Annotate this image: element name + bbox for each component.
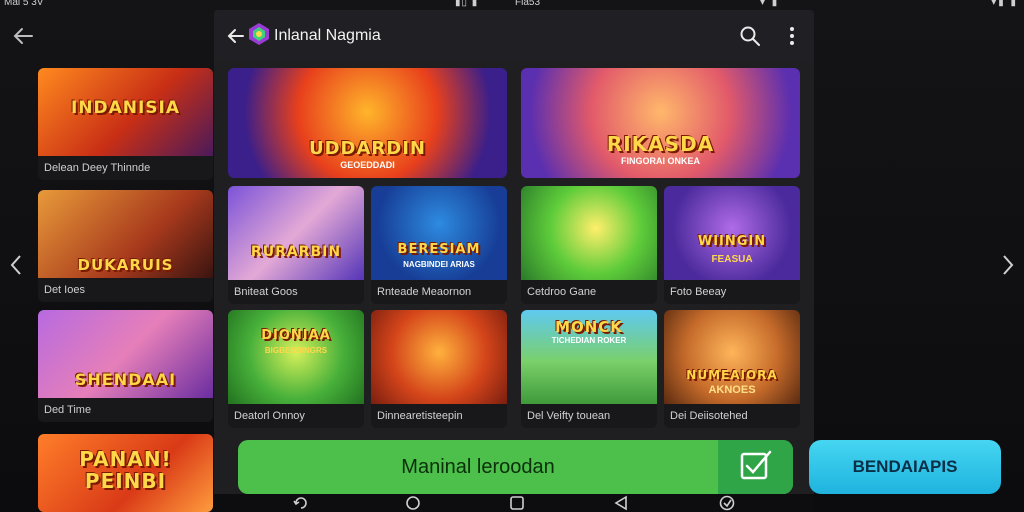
overflow-menu-icon[interactable]	[782, 24, 802, 48]
game-card-sub: NAGBINDEI ARIAS	[403, 260, 475, 269]
primary-button[interactable]: Maninal leroodan	[238, 440, 793, 494]
game-card-banner: DIONIAA	[261, 328, 331, 343]
game-card[interactable]: DIONIAA BIGBENDINGRS Deatorl Onnoy	[228, 310, 364, 428]
background-card[interactable]: SHENDAAI Ded Time	[38, 310, 213, 422]
outer-back-arrow-icon[interactable]	[10, 22, 38, 50]
game-card[interactable]: Cetdroo Gane	[521, 186, 657, 304]
primary-button-label: Maninal leroodan	[401, 456, 555, 478]
secondary-button[interactable]: BENDAIAPIS	[809, 440, 1001, 494]
game-card-caption: Del Veifty touean	[521, 404, 657, 428]
home-circle-icon[interactable]	[404, 495, 422, 511]
background-card-banner: PANAN! PEINBI	[79, 447, 172, 493]
game-card[interactable]: NUMEAIORA AKNOES Dei Deiisotehed	[664, 310, 800, 428]
game-card[interactable]: MONCK TICHEDIAN ROKER Del Veifty touean	[521, 310, 657, 428]
game-card-banner: RURARBIN	[250, 244, 342, 260]
game-dialog: Inlanal Nagmia UDDARDIN GEOEDDADI RIKASD…	[214, 10, 814, 512]
search-icon[interactable]	[738, 24, 762, 48]
game-card[interactable]: BERESIAM NAGBINDEI ARIAS Rnteade Meaorno…	[371, 186, 507, 304]
status-signal-icon: ▮▯ ▮	[455, 0, 479, 8]
edit-check-icon[interactable]	[718, 440, 793, 494]
dialog-header: Inlanal Nagmia	[214, 10, 814, 62]
game-card-caption: Cetdroo Gane	[521, 280, 657, 304]
chevron-left-icon[interactable]	[6, 250, 26, 280]
background-card[interactable]: INDANISIA Delean Deey Thinnde	[38, 68, 213, 180]
back-arrow-icon[interactable]	[224, 24, 248, 48]
back-triangle-icon[interactable]	[612, 495, 630, 511]
featured-card[interactable]: RIKASDA FINGORAI ONKEA	[521, 68, 800, 178]
background-card[interactable]: PANAN! PEINBI	[38, 434, 213, 512]
accessibility-icon[interactable]	[718, 495, 736, 511]
background-card-banner: INDANISIA	[70, 98, 181, 118]
game-card-caption: Rnteade Meaornon	[371, 280, 507, 304]
background-card[interactable]: DUKARUIS Det Ioes	[38, 190, 213, 302]
screen: Mai 5 3V ▮▯ ▮ Fla53 ▾ ▮ ▾▮ ▮ INDANISIA D…	[0, 0, 1024, 512]
game-card-banner: BERESIAM	[397, 242, 481, 257]
battery-icon: ▾▮ ▮	[991, 0, 1018, 8]
game-card-sub: TICHEDIAN ROKER	[551, 336, 627, 345]
background-card-caption: Ded Time	[38, 398, 213, 422]
background-card-caption: Det Ioes	[38, 278, 213, 302]
background-card-caption: Delean Deey Thinnde	[38, 156, 213, 180]
featured-card-sub: FINGORAI ONKEA	[620, 156, 700, 166]
status-bar: Mai 5 3V ▮▯ ▮ Fla53 ▾ ▮ ▾▮ ▮	[0, 0, 1024, 10]
game-card[interactable]: RURARBIN Bniteat Goos	[228, 186, 364, 304]
game-card-caption: Dei Deiisotehed	[664, 404, 800, 428]
game-card-sub: AKNOES	[708, 384, 756, 396]
game-card-banner: NUMEAIORA	[686, 368, 778, 382]
background-card-banner: SHENDAAI	[74, 370, 177, 389]
featured-card[interactable]: UDDARDIN GEOEDDADI	[228, 68, 507, 178]
game-card-caption: Bniteat Goos	[228, 280, 364, 304]
game-card-sub: BIGBENDINGRS	[264, 346, 328, 355]
game-card-banner: MONCK	[555, 318, 623, 336]
status-center-text: Fla53	[515, 0, 541, 8]
background-card-banner: DUKARUIS	[77, 256, 174, 274]
game-card-sub: FEASUA	[711, 254, 753, 265]
game-card-caption: Foto Beeay	[664, 280, 800, 304]
rotate-icon[interactable]	[292, 495, 310, 511]
featured-card-sub: GEOEDDADI	[340, 160, 395, 170]
navigation-bar	[214, 494, 814, 512]
dialog-title: Inlanal Nagmia	[274, 27, 381, 44]
featured-card-banner: UDDARDIN	[309, 138, 426, 159]
game-card-caption: Dinnearetisteepin	[371, 404, 507, 428]
status-left-text: Mai 5 3V	[4, 0, 44, 8]
wifi-icon: ▾ ▮	[760, 0, 780, 8]
gem-logo-icon	[249, 23, 269, 45]
chevron-right-icon[interactable]	[998, 250, 1018, 280]
game-card-caption: Deatorl Onnoy	[228, 404, 364, 428]
game-card-banner: WIINGIN	[697, 234, 767, 249]
game-card[interactable]: WIINGIN FEASUA Foto Beeay	[664, 186, 800, 304]
featured-card-banner: RIKASDA	[606, 132, 715, 156]
game-card[interactable]: Dinnearetisteepin	[371, 310, 507, 428]
recents-square-icon[interactable]	[508, 495, 526, 511]
